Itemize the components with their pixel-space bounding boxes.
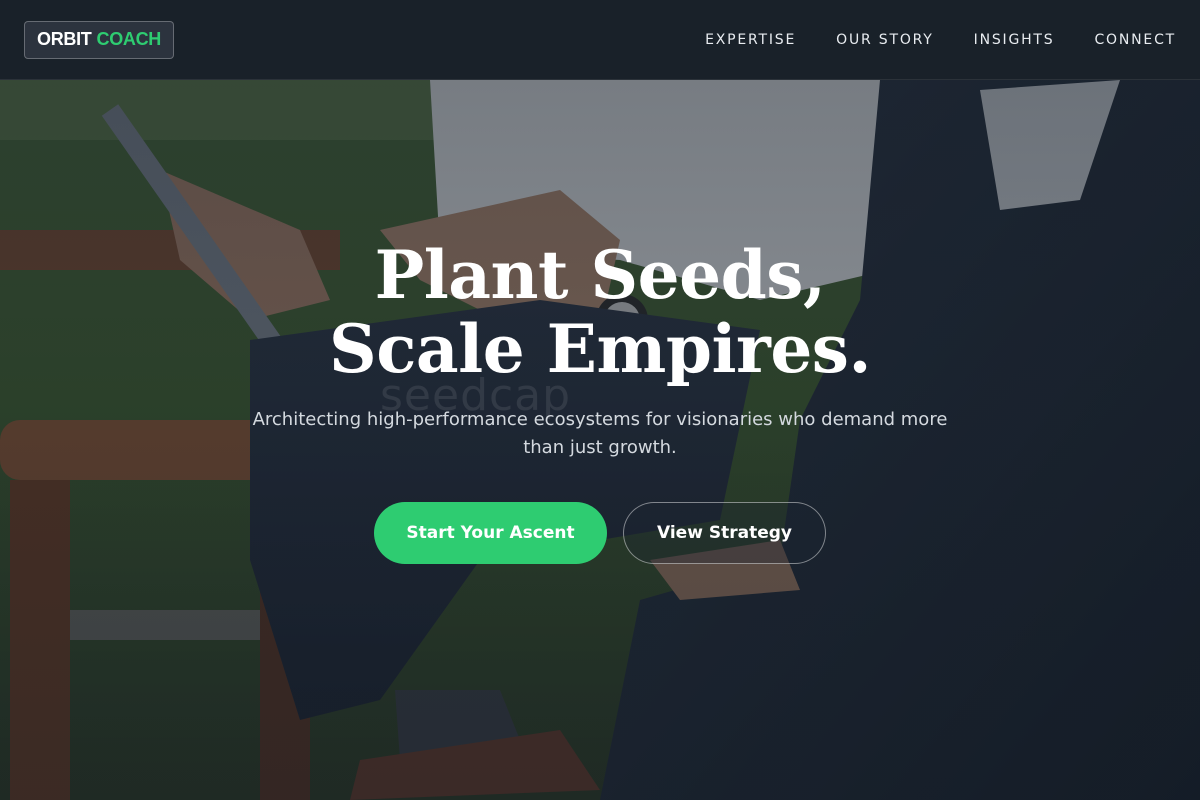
hero-subtitle: Architecting high-performance ecosystems… xyxy=(252,409,948,458)
brand-word-orbit: ORBIT xyxy=(37,29,92,49)
nav-item-insights[interactable]: INSIGHTS xyxy=(974,32,1055,48)
nav-item-connect[interactable]: CONNECT xyxy=(1094,32,1176,48)
hero-title: Plant Seeds, Scale Empires. xyxy=(329,236,871,388)
brand-word-coach: COACH xyxy=(96,29,162,49)
view-strategy-button[interactable]: View Strategy xyxy=(623,502,826,564)
brand-logo[interactable]: ORBIT COACH xyxy=(24,20,174,59)
nav-item-our-story[interactable]: OUR STORY xyxy=(836,32,934,48)
main-nav: EXPERTISE OUR STORY INSIGHTS CONNECT xyxy=(665,32,1176,48)
cta-row: Start Your Ascent View Strategy xyxy=(0,502,1200,564)
nav-item-expertise[interactable]: EXPERTISE xyxy=(705,32,796,48)
site-header: ORBIT COACH EXPERTISE OUR STORY INSIGHTS… xyxy=(0,0,1200,80)
hero-section: Plant Seeds, Scale Empires. Architecting… xyxy=(0,238,1200,564)
start-your-ascent-button[interactable]: Start Your Ascent xyxy=(374,502,607,564)
